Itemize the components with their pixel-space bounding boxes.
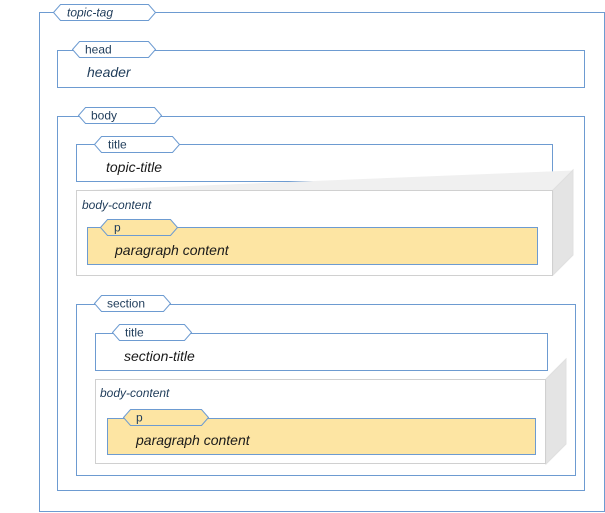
head-tag-label: head (85, 43, 112, 57)
body-title-tag-label: title (108, 138, 127, 152)
section-tag-label: section (107, 297, 145, 311)
head-content: header (87, 64, 132, 80)
section-paragraph-content: paragraph content (135, 432, 251, 448)
section-p-tag-label: p (136, 411, 143, 425)
xml-structure-diagram: topic-tag head header body title topic-t… (39, 4, 605, 512)
section-title-content: section-title (124, 348, 195, 364)
section-content-label: body-content (100, 386, 170, 400)
section-title-tag-label: title (125, 326, 144, 340)
body-content-label: body-content (82, 198, 152, 212)
body-p-tag-label: p (114, 221, 121, 235)
body-tag-label: body (91, 109, 117, 123)
body-paragraph-content: paragraph content (114, 242, 230, 258)
topic-tag-label: topic-tag (67, 6, 113, 20)
body-title-content: topic-title (106, 159, 162, 175)
body-p-tag-shape (99, 219, 179, 236)
